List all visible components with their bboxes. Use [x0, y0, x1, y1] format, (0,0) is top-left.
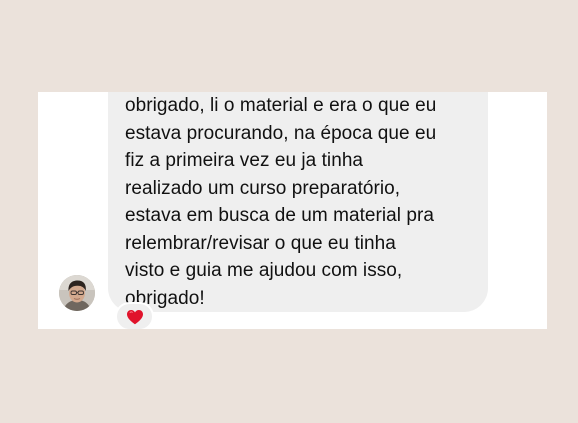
message-bubble: obrigado, li o material e era o que eu e… [108, 92, 488, 312]
message-line: estava procurando, na época que eu [125, 122, 437, 144]
message-text: obrigado, li o material e era o que eu e… [125, 92, 481, 312]
heart-icon [126, 309, 143, 324]
message-line: fiz a primeira vez eu ja tinha [125, 150, 364, 171]
chat-screenshot: obrigado, li o material e era o que eu e… [38, 92, 547, 329]
reaction-badge[interactable] [115, 302, 154, 329]
avatar-photo [59, 275, 95, 311]
avatar[interactable] [59, 275, 95, 311]
message-line: relembrar/revisar o que eu tinha [125, 232, 396, 254]
message-line: estava em busca de um material pra [125, 205, 435, 226]
message-line: obrigado! [125, 287, 205, 309]
message-line: visto e guia me ajudou com isso, [125, 260, 403, 281]
message-line: realizado um curso preparatório, [125, 177, 401, 199]
message-line: obrigado, li o material e era o que eu [125, 95, 437, 116]
